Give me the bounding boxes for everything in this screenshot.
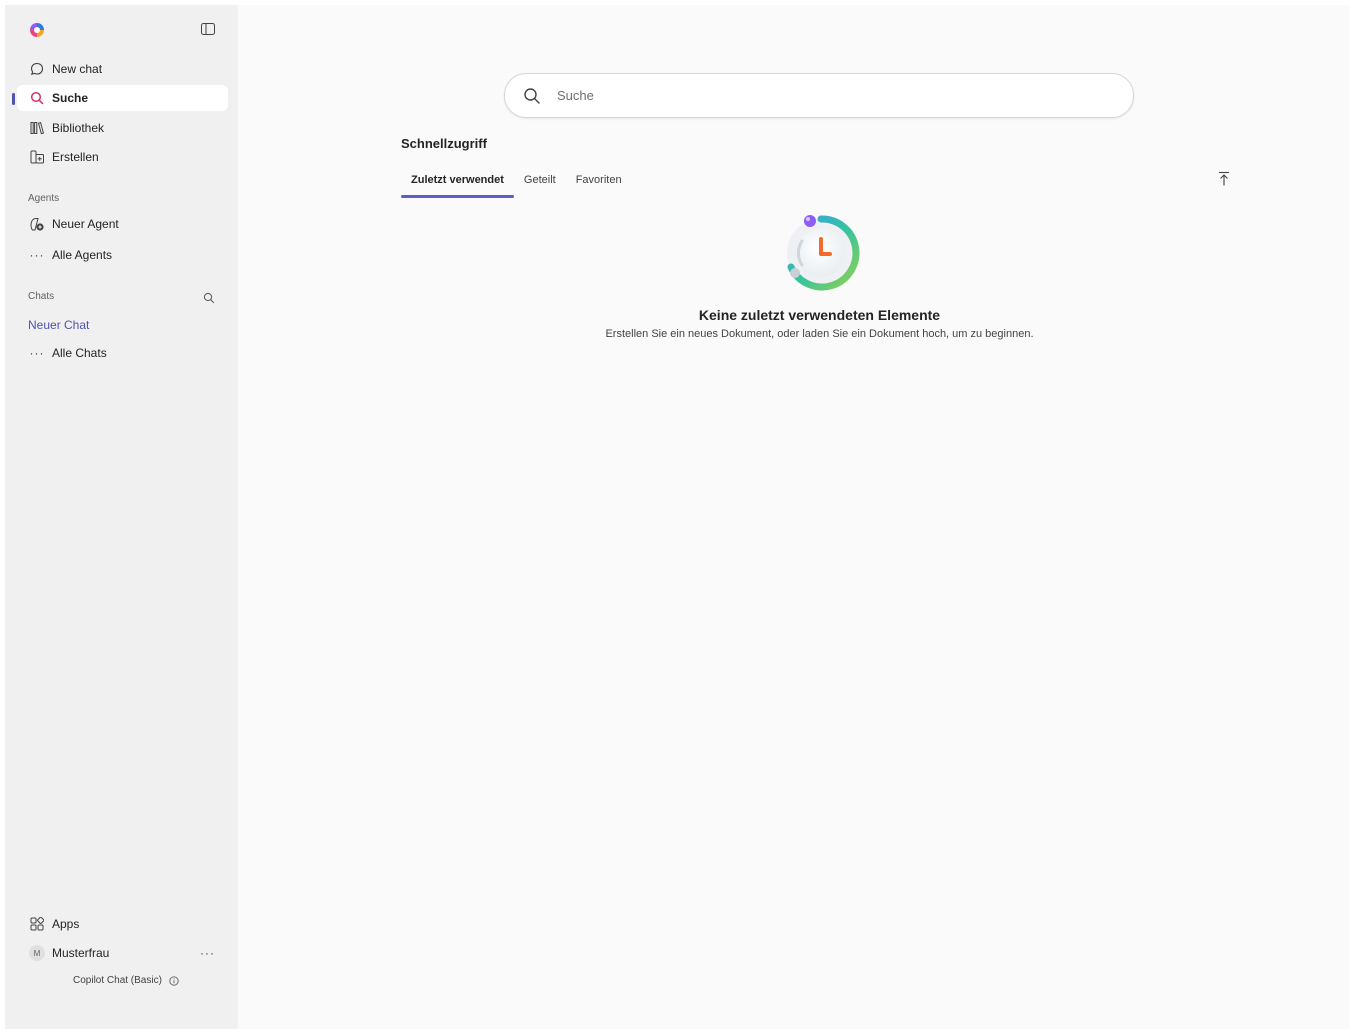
new-agent-button[interactable]: Neuer Agent — [17, 211, 228, 237]
search-label: Suche — [52, 91, 89, 105]
quick-access-tabs: Zuletzt verwendet Geteilt Favoriten — [401, 170, 632, 198]
nav-item-library[interactable]: Bibliothek — [17, 115, 228, 141]
search-input[interactable] — [557, 88, 1097, 103]
collapse-up-icon[interactable] — [1217, 171, 1231, 187]
tab-shared[interactable]: Geteilt — [514, 170, 566, 198]
more-icon: ··· — [29, 346, 45, 360]
user-name: Musterfrau — [52, 946, 110, 960]
avatar: M — [29, 945, 45, 961]
apps-label: Apps — [52, 917, 80, 931]
new-chat-button[interactable]: New chat — [17, 56, 228, 82]
library-label: Bibliothek — [52, 121, 105, 135]
plan-info: Copilot Chat (Basic) — [73, 975, 179, 986]
all-chats-label: Alle Chats — [52, 346, 107, 360]
create-label: Erstellen — [52, 150, 99, 164]
chat-link-neuer-chat[interactable]: Neuer Chat — [28, 318, 89, 332]
tab-favorites[interactable]: Favoriten — [566, 170, 632, 198]
plan-label: Copilot Chat (Basic) — [73, 975, 162, 986]
create-icon — [29, 149, 45, 165]
user-more-icon[interactable]: ··· — [200, 946, 215, 960]
new-chat-label: New chat — [52, 62, 103, 76]
empty-state-title: Keine zuletzt verwendeten Elemente — [698, 307, 941, 323]
new-agent-icon — [29, 216, 45, 232]
chats-section-label: Chats — [28, 291, 55, 302]
active-indicator — [12, 93, 15, 105]
library-icon — [29, 120, 45, 136]
search-box[interactable] — [504, 73, 1134, 118]
search-icon — [524, 87, 540, 104]
more-icon: ··· — [29, 248, 45, 262]
copilot-logo-icon[interactable] — [28, 21, 46, 39]
all-agents-label: Alle Agents — [52, 248, 113, 262]
main-content: Schnellzugriff Zuletzt verwendet Geteilt… — [238, 5, 1349, 1029]
toggle-sidebar-icon[interactable] — [201, 23, 215, 35]
app-window: New chat Suche Bibliothek Erstellen Agen… — [5, 5, 1349, 1029]
chats-search-icon[interactable] — [203, 292, 215, 304]
nav-item-create[interactable]: Erstellen — [17, 144, 228, 170]
all-agents-button[interactable]: ··· Alle Agents — [17, 242, 228, 268]
tab-recent[interactable]: Zuletzt verwendet — [401, 170, 514, 198]
all-chats-button[interactable]: ··· Alle Chats — [17, 340, 228, 366]
recent-clock-illustration — [787, 215, 860, 291]
nav-item-search[interactable]: Suche — [17, 85, 228, 111]
search-icon — [29, 90, 45, 106]
user-profile-button[interactable]: M Musterfrau — [17, 940, 187, 966]
apps-button[interactable]: Apps — [17, 911, 228, 937]
new-agent-label: Neuer Agent — [52, 217, 119, 231]
agents-section-label: Agents — [28, 193, 60, 204]
sidebar: New chat Suche Bibliothek Erstellen Agen… — [5, 5, 238, 1029]
apps-icon — [29, 916, 45, 932]
empty-state-description: Erstellen Sie ein neues Dokument, oder l… — [605, 328, 1034, 340]
info-icon[interactable] — [169, 975, 179, 986]
quick-access-title: Schnellzugriff — [401, 136, 487, 151]
chat-bubble-icon — [29, 61, 45, 77]
